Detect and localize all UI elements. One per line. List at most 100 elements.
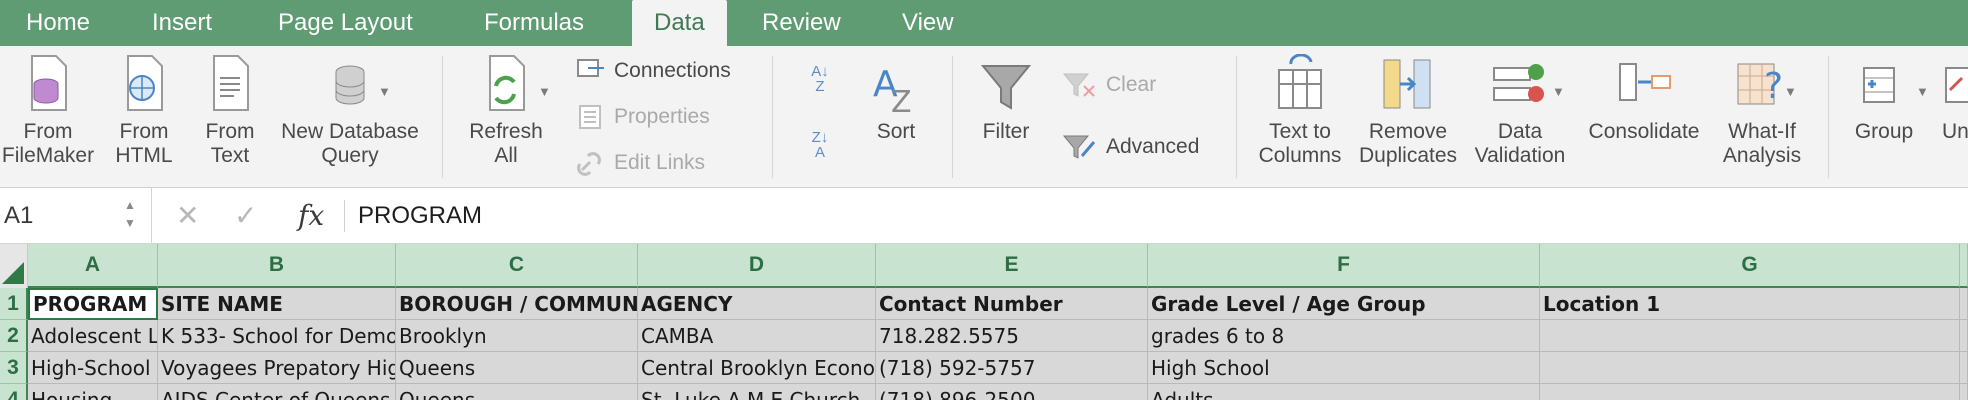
select-all-corner[interactable] — [0, 244, 28, 288]
row-header-1[interactable]: 1 — [0, 288, 28, 320]
column-header-b[interactable]: B — [158, 244, 396, 288]
row-header-4[interactable]: 4 — [0, 384, 28, 400]
cell-h1[interactable] — [1960, 288, 1968, 320]
remove-duplicates-icon — [1383, 59, 1431, 109]
formula-input[interactable]: PROGRAM — [358, 188, 482, 244]
column-header-f[interactable]: F — [1148, 244, 1540, 288]
ribbon-separator — [952, 56, 953, 178]
column-header-d[interactable]: D — [638, 244, 876, 288]
cell-f1[interactable]: Grade Level / Age Group — [1148, 288, 1540, 320]
name-box-stepper-icon[interactable]: ▲ ▼ — [124, 196, 136, 232]
cell-f2[interactable]: grades 6 to 8 — [1148, 320, 1540, 352]
what-if-line2: Analysis — [1722, 144, 1802, 167]
refresh-icon — [489, 55, 525, 111]
data-validation-button[interactable]: Data Validation — [1468, 54, 1572, 168]
cell-b1[interactable]: SITE NAME — [158, 288, 396, 320]
consolidate-button[interactable]: Consolidate — [1580, 54, 1708, 144]
group-dropdown-icon[interactable]: ▼ — [1916, 84, 1929, 99]
tab-page-layout[interactable]: Page Layout — [256, 0, 435, 46]
advanced-label: Advanced — [1106, 135, 1200, 158]
cell-g4[interactable] — [1540, 384, 1960, 400]
cell-a3[interactable]: High-School — [28, 352, 158, 384]
cell-b3[interactable]: Voyagees Prepatory High — [158, 352, 396, 384]
new-database-query-button[interactable]: New Database Query — [276, 54, 424, 168]
cell-a1[interactable]: PROGRAM — [28, 288, 158, 320]
column-header-g[interactable]: G — [1540, 244, 1960, 288]
clear-label: Clear — [1106, 73, 1157, 96]
cell-e4[interactable]: (718) 896-2500 — [876, 384, 1148, 400]
cell-g3[interactable] — [1540, 352, 1960, 384]
cell-b4[interactable]: AIDS Center of Queens County — [158, 384, 396, 400]
from-filemaker-button[interactable]: From FileMaker — [0, 54, 96, 168]
data-validation-dropdown-icon[interactable]: ▼ — [1552, 84, 1565, 99]
properties-button[interactable]: Properties — [576, 102, 710, 132]
sort-az-icon: A Z — [873, 64, 912, 114]
insert-function-button[interactable]: fx — [298, 188, 324, 244]
connections-label: Connections — [614, 59, 731, 82]
remove-duplicates-line2: Duplicates — [1358, 144, 1458, 167]
what-if-analysis-button[interactable]: ? What-If Analysis — [1712, 54, 1812, 168]
tab-home[interactable]: Home — [4, 0, 112, 46]
tab-data[interactable]: Data — [632, 0, 727, 46]
text-to-columns-line2: Columns — [1258, 144, 1342, 167]
cell-h2[interactable] — [1960, 320, 1968, 352]
cell-g1[interactable]: Location 1 — [1540, 288, 1960, 320]
filter-label: Filter — [982, 120, 1030, 143]
cell-h4[interactable] — [1960, 384, 1968, 400]
ungroup-button[interactable]: Un — [1942, 54, 1968, 144]
cell-c3[interactable]: Queens — [396, 352, 638, 384]
sort-a-to-z-icon: A↓ Z — [811, 63, 829, 95]
group-button[interactable]: Group — [1842, 54, 1926, 144]
tab-formulas[interactable]: Formulas — [462, 0, 606, 46]
sort-ascending-button[interactable]: A↓ Z — [800, 64, 840, 94]
remove-duplicates-button[interactable]: Remove Duplicates — [1352, 54, 1464, 168]
column-header-a[interactable]: A — [28, 244, 158, 288]
cell-d2[interactable]: CAMBA — [638, 320, 876, 352]
cancel-icon[interactable]: ✕ — [176, 188, 199, 244]
formula-bar: A1 ▲ ▼ ✕ ✓ fx PROGRAM — [0, 188, 1968, 244]
tab-insert[interactable]: Insert — [130, 0, 234, 46]
cell-c1[interactable]: BOROUGH / COMMUNITY — [396, 288, 638, 320]
clear-filter-button[interactable]: Clear — [1062, 70, 1156, 100]
cell-c4[interactable]: Queens — [396, 384, 638, 400]
from-html-button[interactable]: From HTML — [106, 54, 182, 168]
from-text-button[interactable]: From Text — [192, 54, 268, 168]
cell-f4[interactable]: Adults — [1148, 384, 1540, 400]
advanced-filter-button[interactable]: Advanced — [1062, 132, 1199, 162]
column-header-h[interactable] — [1960, 244, 1968, 288]
from-html-line2: HTML — [115, 144, 173, 167]
cell-e1[interactable]: Contact Number — [876, 288, 1148, 320]
new-database-query-dropdown-icon[interactable]: ▼ — [378, 84, 391, 99]
edit-links-button[interactable]: Edit Links — [576, 148, 705, 178]
cell-d4[interactable]: St. Luke A.M.E Church — [638, 384, 876, 400]
link-icon — [577, 152, 601, 177]
row-header-3[interactable]: 3 — [0, 352, 28, 384]
from-filemaker-line1: From — [23, 120, 73, 143]
cell-a4[interactable]: Housing — [28, 384, 158, 400]
cell-d3[interactable]: Central Brooklyn Economic — [638, 352, 876, 384]
spreadsheet-grid: A B C D E F G 1 2 3 4 PROGRAM SITE NAME … — [0, 244, 1968, 400]
column-header-e[interactable]: E — [876, 244, 1148, 288]
cell-f3[interactable]: High School — [1148, 352, 1540, 384]
cell-e3[interactable]: (718) 592-5757 — [876, 352, 1148, 384]
tab-review[interactable]: Review — [740, 0, 863, 46]
tab-view[interactable]: View — [880, 0, 976, 46]
cell-d1[interactable]: AGENCY — [638, 288, 876, 320]
cell-h3[interactable] — [1960, 352, 1968, 384]
row-header-2[interactable]: 2 — [0, 320, 28, 352]
column-header-c[interactable]: C — [396, 244, 638, 288]
connections-button[interactable]: Connections — [576, 56, 731, 86]
cell-b2[interactable]: K 533- School for Democracy — [158, 320, 396, 352]
sort-descending-button[interactable]: Z↓ A — [800, 130, 840, 160]
sort-button[interactable]: A Z Sort — [860, 60, 932, 144]
cell-e2[interactable]: 718.282.5575 — [876, 320, 1148, 352]
cell-g2[interactable] — [1540, 320, 1960, 352]
cell-c2[interactable]: Brooklyn — [396, 320, 638, 352]
refresh-all-dropdown-icon[interactable]: ▼ — [538, 84, 551, 99]
what-if-dropdown-icon[interactable]: ▼ — [1784, 84, 1797, 99]
text-to-columns-button[interactable]: Text to Columns — [1250, 54, 1350, 168]
filter-button[interactable]: Filter — [966, 60, 1046, 144]
cell-a2[interactable]: Adolescent Literacy — [28, 320, 158, 352]
confirm-icon[interactable]: ✓ — [234, 188, 257, 244]
refresh-all-button[interactable]: Refresh All — [456, 54, 556, 168]
